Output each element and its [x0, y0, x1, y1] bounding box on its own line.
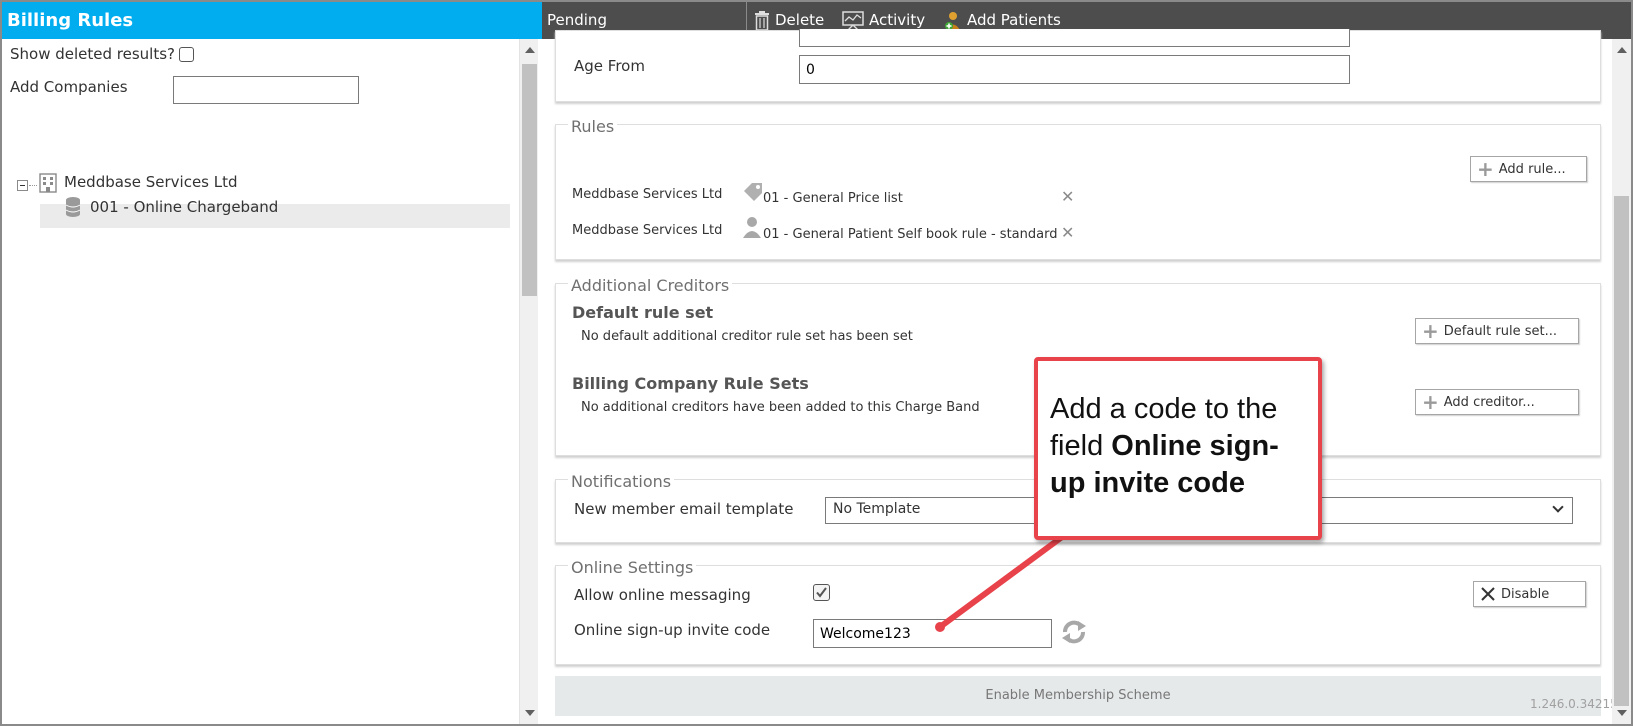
close-icon	[1481, 587, 1495, 601]
rules-legend: Rules	[568, 117, 618, 136]
age-to-input-partial[interactable]	[799, 29, 1350, 47]
plus-icon: +	[1422, 390, 1439, 414]
invite-code-input[interactable]	[813, 619, 1052, 648]
add-patient-icon	[945, 11, 960, 30]
scroll-down-icon[interactable]	[1617, 710, 1627, 716]
refresh-icon[interactable]	[1059, 618, 1089, 646]
collapse-icon[interactable]	[17, 180, 28, 191]
rules-panel: Rules + Add rule... Meddbase Services Lt…	[555, 117, 1601, 260]
scroll-up-icon[interactable]	[525, 47, 535, 53]
add-rule-label: Add rule...	[1498, 161, 1566, 177]
invite-code-label: Online sign-up invite code	[574, 621, 771, 639]
person-icon	[743, 217, 761, 238]
allow-online-messaging-checkbox[interactable]	[813, 584, 830, 601]
age-from-input[interactable]	[799, 55, 1350, 84]
database-icon	[65, 197, 81, 217]
tag-icon	[744, 183, 762, 201]
add-creditor-label: Add creditor...	[1443, 394, 1535, 410]
left-scrollbar[interactable]	[519, 39, 538, 724]
new-member-email-template-label: New member email template	[574, 500, 794, 518]
online-settings-panel: Online Settings Allow online messaging D…	[555, 558, 1601, 665]
instruction-callout: Add a code to the field Online sign-up i…	[1034, 357, 1322, 540]
activity-icon	[842, 10, 864, 30]
default-rule-set-text: No default additional creditor rule set …	[581, 329, 913, 344]
enable-membership-scheme-button[interactable]: Enable Membership Scheme	[555, 676, 1601, 716]
billing-rules-title: Billing Rules	[7, 10, 134, 31]
tree-item-chargeband[interactable]: 001 - Online Chargeband	[64, 196, 278, 218]
remove-rule-1-icon[interactable]: ✕	[1061, 187, 1074, 206]
left-scroll-thumb[interactable]	[522, 64, 537, 296]
disable-button[interactable]: Disable	[1473, 581, 1586, 607]
plus-icon: +	[1422, 319, 1439, 343]
email-template-value: No Template	[833, 501, 921, 517]
enable-membership-scheme-label: Enable Membership Scheme	[985, 688, 1171, 703]
show-deleted-label: Show deleted results?	[10, 45, 175, 63]
plus-icon: +	[1477, 157, 1494, 181]
tree-chargeband-label: 001 - Online Chargeband	[90, 198, 279, 216]
rule-1-name: 01 - General Price list	[763, 191, 903, 206]
add-rule-button[interactable]: + Add rule...	[1470, 156, 1587, 182]
checkmark-icon	[816, 587, 827, 598]
remove-rule-2-icon[interactable]: ✕	[1061, 223, 1074, 242]
billing-company-rule-sets-title: Billing Company Rule Sets	[572, 374, 809, 393]
age-from-label: Age From	[574, 57, 645, 75]
version-label: 1.246.0.34215	[1530, 697, 1618, 711]
disable-label: Disable	[1501, 586, 1550, 602]
billing-rules-header: Billing Rules	[2, 2, 542, 39]
allow-online-messaging-label: Allow online messaging	[574, 586, 751, 604]
online-settings-legend: Online Settings	[568, 558, 697, 577]
tree-item-company[interactable]: Meddbase Services Ltd	[38, 171, 238, 193]
add-companies-label: Add Companies	[10, 78, 128, 96]
right-scrollbar[interactable]	[1612, 39, 1631, 724]
rule-2-company: Meddbase Services Ltd	[572, 223, 723, 238]
chevron-down-icon	[1552, 501, 1564, 513]
add-creditor-button[interactable]: + Add creditor...	[1415, 389, 1579, 415]
show-deleted-checkbox[interactable]	[179, 47, 194, 62]
age-panel: Age From	[555, 29, 1601, 102]
building-icon	[39, 173, 57, 193]
trash-icon	[755, 10, 769, 31]
left-pane: Show deleted results? Add Companies Medd…	[2, 39, 542, 724]
tree-connector	[29, 185, 37, 186]
scroll-down-icon[interactable]	[525, 710, 535, 716]
tree-company-label: Meddbase Services Ltd	[64, 173, 238, 191]
scroll-up-icon[interactable]	[1617, 47, 1627, 53]
add-companies-input[interactable]	[173, 76, 359, 104]
billing-company-rule-sets-text: No additional creditors have been added …	[581, 400, 980, 415]
default-rule-set-title: Default rule set	[572, 303, 714, 322]
right-scroll-thumb[interactable]	[1614, 196, 1629, 706]
creditors-legend: Additional Creditors	[568, 276, 733, 295]
rule-1-company: Meddbase Services Ltd	[572, 187, 723, 202]
default-rule-set-button[interactable]: + Default rule set...	[1415, 318, 1579, 344]
notifications-legend: Notifications	[568, 472, 675, 491]
rule-2-name: 01 - General Patient Self book rule - st…	[763, 227, 1058, 242]
default-rule-set-label: Default rule set...	[1443, 323, 1557, 339]
